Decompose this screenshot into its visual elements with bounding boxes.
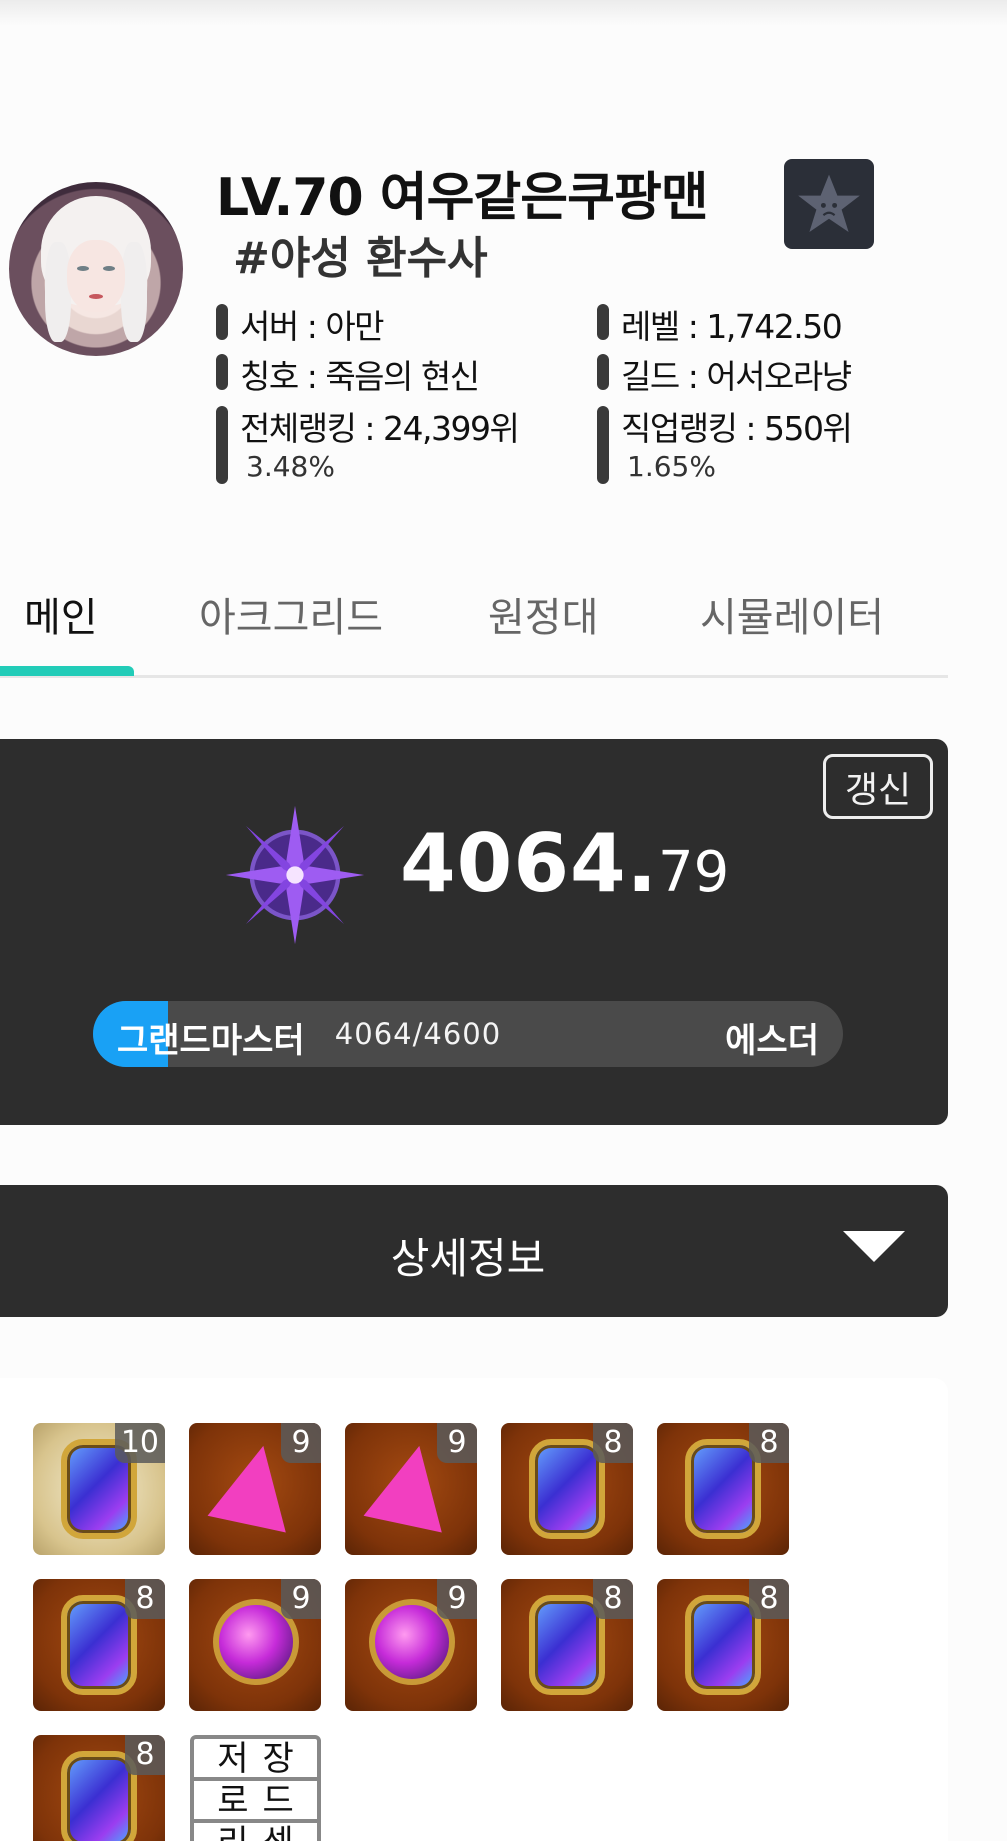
save-button[interactable]: 저장 <box>194 1739 317 1781</box>
gem-level: 8 <box>593 1579 633 1619</box>
gem-level: 8 <box>125 1579 165 1619</box>
gem-slot[interactable]: 9 <box>189 1423 321 1555</box>
detail-title: 상세정보 <box>390 1234 546 1283</box>
triangle-down-icon <box>843 1231 905 1262</box>
tab-main[interactable]: 메인 <box>24 585 98 643</box>
tier-progress-bar: 그랜드마스터 4064/4600 에스더 <box>93 1001 843 1067</box>
gem-slot[interactable]: 8 <box>33 1735 165 1841</box>
gem-level: 9 <box>281 1423 321 1463</box>
tab-simulator[interactable]: 시뮬레이터 <box>700 585 884 643</box>
gem-level: 8 <box>125 1735 165 1775</box>
favorite-button[interactable] <box>784 159 874 249</box>
combat-score-decimal: 79 <box>658 840 730 905</box>
active-tab-indicator <box>0 666 134 676</box>
detail-toggle[interactable]: 상세정보 <box>0 1185 948 1317</box>
gem-slot[interactable]: 9 <box>189 1579 321 1711</box>
refresh-button[interactable]: 갱신 <box>823 754 933 819</box>
tab-arkgrid[interactable]: 아크그리드 <box>199 585 383 643</box>
gem-slot[interactable]: 8 <box>657 1579 789 1711</box>
star-icon <box>798 174 860 232</box>
gem-level: 9 <box>437 1579 477 1619</box>
tier-next: 에스더 <box>725 1021 819 1061</box>
gem-level: 10 <box>114 1423 165 1463</box>
character-class: #야성 환수사 <box>233 233 488 284</box>
score-card: 갱신 4064.79 그랜드마스터 4064/4600 에스더 <box>0 739 948 1125</box>
overall-rank-percent: 3.48% <box>246 450 335 483</box>
gem-level: 9 <box>281 1579 321 1619</box>
gem-level: 8 <box>749 1423 789 1463</box>
character-nickname: 여우같은쿠팡맨 <box>379 168 709 228</box>
gem-slot[interactable]: 9 <box>345 1423 477 1555</box>
tab-bar: 메인 아크그리드 원정대 시뮬레이터 <box>0 585 948 678</box>
character-level: LV.70 <box>216 168 364 228</box>
gem-level: 9 <box>437 1423 477 1463</box>
top-shade <box>0 0 1007 26</box>
gem-slot[interactable]: 9 <box>345 1579 477 1711</box>
combat-score: 4064.79 <box>400 817 729 910</box>
gem-level: 8 <box>749 1579 789 1619</box>
tab-expedition[interactable]: 원정대 <box>488 585 598 643</box>
gem-slot[interactable]: 8 <box>501 1423 633 1555</box>
preset-box: 저장 로드 리셋 <box>190 1735 321 1841</box>
class-rank-percent: 1.65% <box>627 450 716 483</box>
load-button[interactable]: 로드 <box>194 1781 317 1823</box>
gem-slot[interactable]: 8 <box>33 1579 165 1711</box>
character-name: LV.70 여우같은쿠팡맨 <box>216 155 709 230</box>
purple-star-emblem-icon <box>225 805 365 945</box>
avatar <box>9 182 183 356</box>
gem-slot[interactable]: 10 <box>33 1423 165 1555</box>
gem-slot[interactable]: 8 <box>657 1423 789 1555</box>
gem-slot[interactable]: 8 <box>501 1579 633 1711</box>
gem-level: 8 <box>593 1423 633 1463</box>
combat-score-integer: 4064. <box>400 817 659 910</box>
reset-button[interactable]: 리셋 <box>194 1823 317 1841</box>
